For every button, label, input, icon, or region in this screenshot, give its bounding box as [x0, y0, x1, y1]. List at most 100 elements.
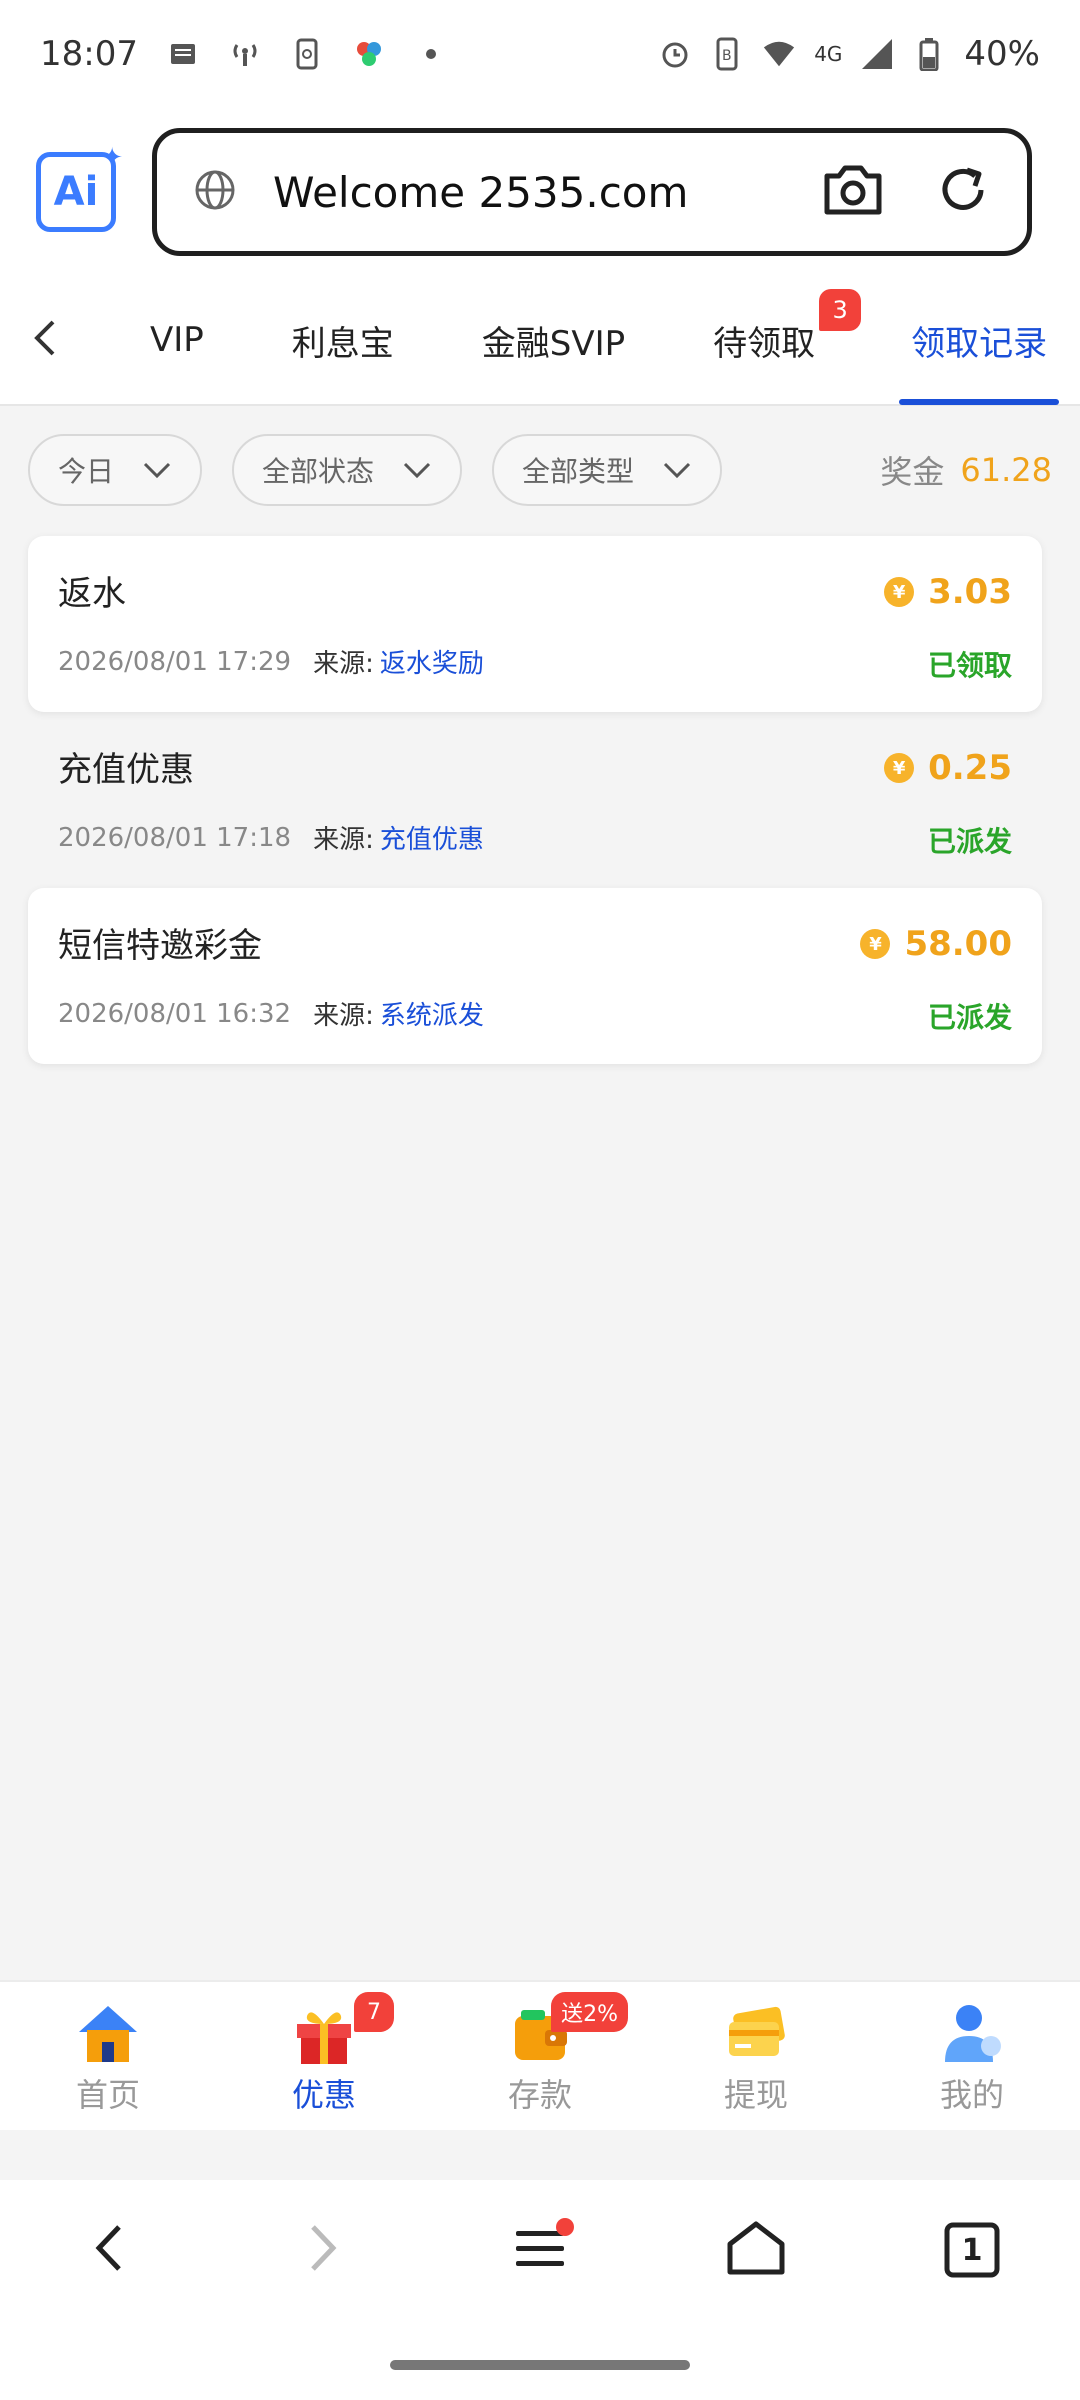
record-amount: ¥ 58.00 [860, 924, 1012, 964]
coin-icon: ¥ [860, 929, 891, 959]
chevron-down-icon [402, 461, 432, 479]
card-icon [721, 1998, 791, 2068]
bonus-value: 61.28 [960, 451, 1052, 489]
record-time: 2026/08/01 16:32 [58, 998, 292, 1029]
bonus-label: 奖金 [880, 453, 945, 491]
home-icon [73, 1998, 143, 2068]
nav-label: 提现 [723, 2076, 788, 2114]
source-label: 来源: [313, 649, 374, 679]
nav-label: 首页 [75, 2076, 140, 2114]
status-bar: 18:07 B 4G 40% [0, 0, 1080, 108]
date-filter-label: 今日 [58, 455, 115, 488]
record-status: 已派发 [927, 825, 1012, 858]
nav-label: 优惠 [291, 2076, 356, 2114]
notification-icon [166, 37, 200, 71]
tab-vip[interactable]: VIP [138, 275, 216, 405]
user-icon [937, 1998, 1007, 2068]
url-text[interactable]: Welcome 2535.com [273, 168, 688, 217]
source-link[interactable]: 系统派发 [380, 995, 484, 1032]
record-status: 已领取 [927, 649, 1012, 682]
coin-icon: ¥ [884, 577, 915, 607]
tab-label: 领取记录 [911, 323, 1048, 364]
camera-icon[interactable] [821, 162, 885, 222]
nav-mine[interactable]: 我的 [864, 1982, 1080, 2132]
tab-pending[interactable]: 待领取 3 [701, 275, 862, 405]
tab-label: 待领取 [713, 323, 816, 364]
category-tabs: VIP 利息宝 金融SVIP 待领取 3 领取记录 [0, 276, 1080, 406]
battery-icon [912, 37, 946, 71]
network-type: 4G [814, 42, 843, 66]
status-left: 18:07 [40, 34, 448, 74]
filter-bar: 今日 全部状态 全部类型 奖金 61.28 [0, 430, 1080, 510]
system-nav: 1 [0, 2180, 1080, 2320]
browser-bar: Ai ✦ Welcome 2535.com [0, 108, 1080, 276]
app-root: 18:07 B 4G 40% Ai ✦ Welcome 2535.com VIP… [0, 0, 1080, 2400]
home-indicator[interactable] [390, 2360, 690, 2370]
tab-claim-records[interactable]: 领取记录 [899, 275, 1060, 405]
chevron-right-icon [309, 2223, 339, 2277]
type-filter-label: 全部类型 [522, 455, 635, 488]
date-filter[interactable]: 今日 [28, 434, 203, 506]
nav-home[interactable]: 首页 [0, 1982, 216, 2132]
source-label: 来源: [313, 1001, 374, 1031]
bonus-total: 奖金 61.28 [880, 447, 1052, 493]
nav-label: 我的 [939, 2076, 1004, 2114]
tab-label: VIP [150, 320, 204, 360]
record-amount: ¥ 0.25 [884, 748, 1012, 788]
source-link[interactable]: 返水奖励 [380, 643, 484, 680]
record-title: 返水 [58, 574, 126, 614]
list-item[interactable]: 返水 ¥ 3.03 2026/08/01 17:29 来源: 返水奖励 已领取 [28, 536, 1042, 712]
tab-finance-svip[interactable]: 金融SVIP [470, 275, 637, 405]
refresh-icon[interactable] [935, 162, 991, 222]
nav-withdraw[interactable]: 提现 [648, 1982, 864, 2132]
home-outline-icon [724, 2218, 788, 2282]
status-time: 18:07 [40, 34, 138, 74]
nav-deposit[interactable]: 存款 送2% [432, 1982, 648, 2132]
source-label: 来源: [313, 825, 374, 855]
tabs-button[interactable]: 1 [932, 2210, 1012, 2290]
status-filter-label: 全部状态 [262, 455, 375, 488]
ai-logo[interactable]: Ai ✦ [36, 143, 123, 232]
record-time: 2026/08/01 17:18 [58, 822, 292, 853]
tab-interest[interactable]: 利息宝 [280, 275, 406, 405]
sparkle-icon: ✦ [101, 143, 123, 173]
record-status: 已派发 [927, 1001, 1012, 1034]
status-filter[interactable]: 全部状态 [232, 434, 463, 506]
signal-icon [860, 37, 894, 71]
phone-sync-icon [290, 37, 324, 71]
dot-icon [414, 37, 448, 71]
app-icon [352, 37, 386, 71]
sim-icon: B [710, 37, 744, 71]
coin-icon: ¥ [884, 753, 915, 783]
record-list: 返水 ¥ 3.03 2026/08/01 17:29 来源: 返水奖励 已领取 … [28, 536, 1042, 1064]
wifi-icon [762, 37, 796, 71]
url-actions [821, 162, 991, 222]
tab-label: 金融SVIP [481, 323, 626, 364]
list-item[interactable]: 短信特邀彩金 ¥ 58.00 2026/08/01 16:32 来源: 系统派发… [28, 888, 1042, 1064]
back-button[interactable] [68, 2210, 148, 2290]
forward-button[interactable] [284, 2210, 364, 2290]
nav-promotions[interactable]: 优惠 7 [216, 1982, 432, 2132]
notification-dot [556, 2218, 574, 2236]
type-filter[interactable]: 全部类型 [492, 434, 723, 506]
chevron-left-icon [93, 2223, 123, 2277]
source-link[interactable]: 充值优惠 [380, 819, 484, 856]
tab-count: 1 [961, 2232, 983, 2268]
record-amount: ¥ 3.03 [884, 572, 1012, 612]
deposit-badge: 送2% [551, 1992, 628, 2032]
record-meta: 2026/08/01 17:29 来源: 返水奖励 [58, 643, 1012, 680]
tab-label: 利息宝 [291, 323, 394, 364]
amount-value: 0.25 [928, 748, 1012, 788]
home-button[interactable] [716, 2210, 796, 2290]
tabs-back-button[interactable] [0, 275, 90, 405]
address-bar[interactable]: Welcome 2535.com [152, 128, 1032, 256]
chevron-down-icon [662, 461, 692, 479]
list-item[interactable]: 充值优惠 ¥ 0.25 2026/08/01 17:18 来源: 充值优惠 已派… [28, 712, 1042, 888]
gift-icon [289, 1998, 359, 2068]
amount-value: 3.03 [928, 572, 1012, 612]
ai-logo-text: Ai [53, 169, 99, 215]
menu-button[interactable] [500, 2210, 580, 2290]
nav-label: 存款 [507, 2076, 572, 2114]
amount-value: 58.00 [904, 924, 1012, 964]
svg-text:B: B [722, 48, 732, 64]
